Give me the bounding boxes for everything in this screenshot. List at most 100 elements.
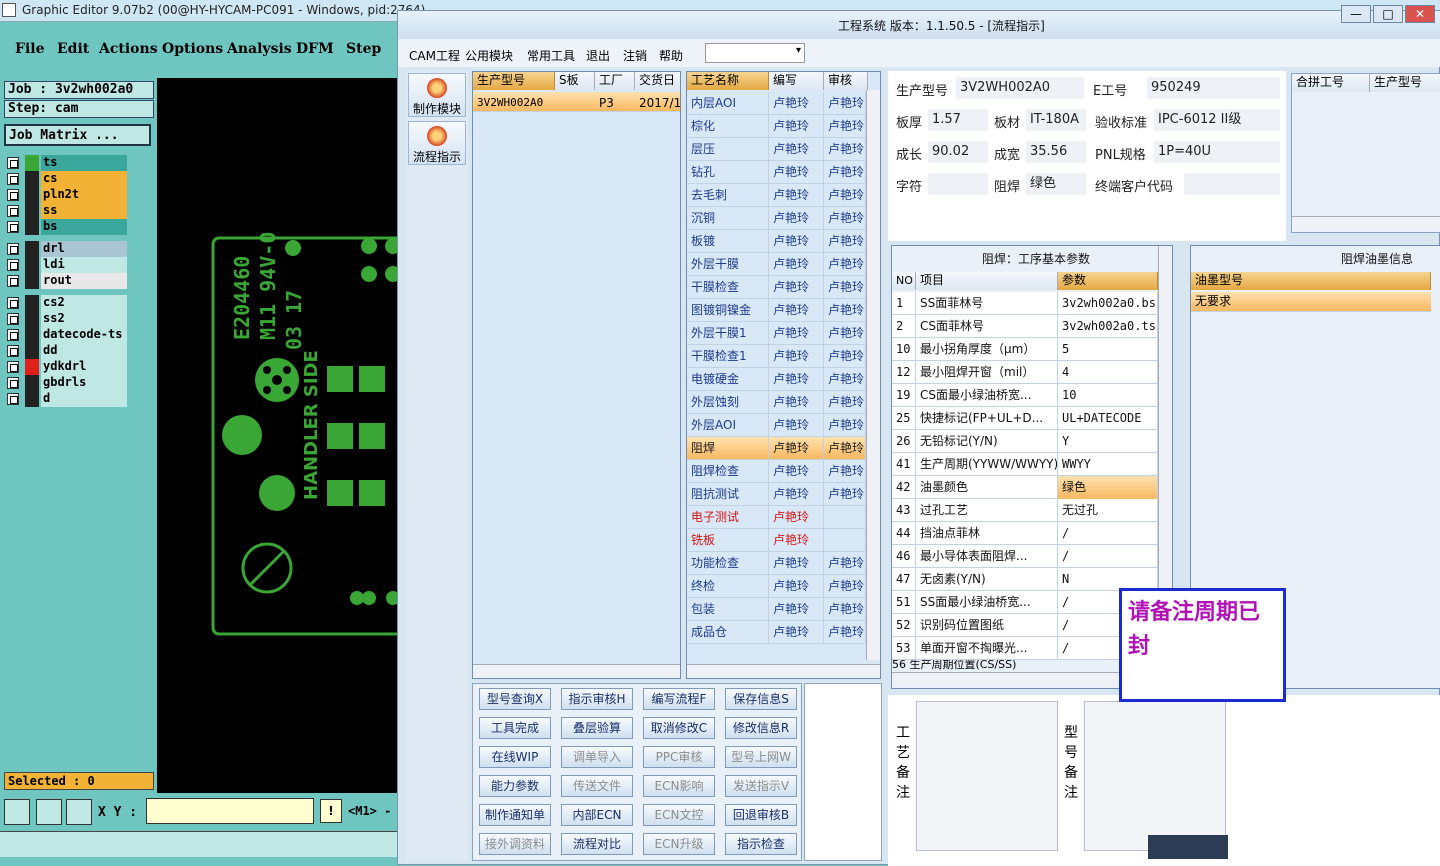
action-button[interactable]: 取消修改C bbox=[643, 717, 715, 739]
action-button[interactable]: 型号上网W bbox=[725, 746, 797, 768]
action-button[interactable]: 在线WIP bbox=[479, 746, 551, 768]
action-button[interactable]: 调单导入 bbox=[561, 746, 633, 768]
menu-actions[interactable]: Actions bbox=[99, 41, 158, 57]
layer-checkbox[interactable] bbox=[7, 345, 19, 357]
layer-row-bs[interactable]: bs bbox=[5, 219, 128, 235]
col-reviewer[interactable]: 审核 bbox=[824, 72, 868, 90]
process-row[interactable]: 板镀 卢艳玲 卢艳玲 bbox=[687, 230, 866, 253]
col-writer[interactable]: 编写 bbox=[769, 72, 824, 90]
layer-name[interactable]: pln2t bbox=[41, 187, 127, 203]
action-button[interactable]: 指示审核H bbox=[561, 688, 633, 710]
menu-dfm[interactable]: DFM bbox=[296, 41, 334, 57]
action-button[interactable]: 传送文件 bbox=[561, 775, 633, 797]
menu-options[interactable]: Options bbox=[162, 41, 223, 57]
action-button[interactable]: 修改信息R bbox=[725, 717, 797, 739]
layer-checkbox[interactable] bbox=[7, 205, 19, 217]
menu-tools[interactable]: 常用工具 bbox=[527, 47, 575, 64]
col-delivery[interactable]: 交货日 bbox=[635, 72, 680, 90]
length-field[interactable]: 90.02 bbox=[928, 141, 988, 163]
customer-code-field[interactable] bbox=[1184, 173, 1280, 195]
snap-tool-icon[interactable] bbox=[4, 799, 30, 825]
layer-row-cs2[interactable]: cs2 bbox=[5, 295, 128, 311]
process-row[interactable]: 外层蚀刻 卢艳玲 卢艳玲 bbox=[687, 391, 866, 414]
layer-checkbox[interactable] bbox=[7, 221, 19, 233]
layer-color-swatch[interactable] bbox=[25, 343, 39, 359]
grid-tool-icon[interactable] bbox=[66, 799, 92, 825]
layer-name[interactable]: drl bbox=[41, 241, 127, 257]
graphic-canvas[interactable]: E204460 M11 94V-0 03 17 HANDLER SIDE bbox=[157, 78, 397, 793]
layer-name[interactable]: gbdrls bbox=[41, 375, 127, 391]
material-field[interactable]: IT-180A bbox=[1026, 109, 1086, 131]
model-field[interactable]: 3V2WH002A0 bbox=[956, 77, 1084, 99]
maximize-button[interactable]: □ bbox=[1373, 5, 1403, 23]
process-vscroll[interactable] bbox=[866, 90, 880, 660]
action-button[interactable]: 指示检查 bbox=[725, 833, 797, 855]
param-row[interactable]: 2 CS面菲林号 3v2wh002a0.ts bbox=[892, 315, 1158, 338]
model-remark-field[interactable] bbox=[1084, 701, 1226, 851]
menu-analysis[interactable]: Analysis bbox=[227, 41, 292, 57]
layer-row-ydkdrl[interactable]: ydkdrl bbox=[5, 359, 128, 375]
layer-row-dd[interactable]: dd bbox=[5, 343, 128, 359]
menu-help[interactable]: 帮助 bbox=[659, 47, 683, 64]
layer-color-swatch[interactable] bbox=[25, 359, 39, 375]
param-row[interactable]: 46 最小导体表面阻焊... / bbox=[892, 545, 1158, 568]
layer-checkbox[interactable] bbox=[7, 173, 19, 185]
layer-color-swatch[interactable] bbox=[25, 375, 39, 391]
col-value[interactable]: 参数 bbox=[1058, 272, 1158, 290]
menu-file[interactable]: File bbox=[15, 41, 44, 57]
process-remark-field[interactable] bbox=[916, 701, 1058, 851]
layer-checkbox[interactable] bbox=[7, 157, 19, 169]
process-row[interactable]: 干膜检查 卢艳玲 卢艳玲 bbox=[687, 276, 866, 299]
action-button[interactable]: 保存信息S bbox=[725, 688, 797, 710]
param-row[interactable]: 10 最小拐角厚度（μm） 5 bbox=[892, 338, 1158, 361]
action-button[interactable]: 回退审核B bbox=[725, 804, 797, 826]
action-button[interactable]: 编写流程F bbox=[643, 688, 715, 710]
process-row[interactable]: 去毛刺 卢艳玲 卢艳玲 bbox=[687, 184, 866, 207]
process-row[interactable]: 电镀硬金 卢艳玲 卢艳玲 bbox=[687, 368, 866, 391]
process-row[interactable]: 铣板 卢艳玲 bbox=[687, 529, 866, 552]
thickness-field[interactable]: 1.57 bbox=[928, 109, 988, 131]
action-button[interactable]: 流程对比 bbox=[561, 833, 633, 855]
layer-color-swatch[interactable] bbox=[25, 257, 39, 273]
layer-color-swatch[interactable] bbox=[25, 295, 39, 311]
action-button[interactable]: 型号查询X bbox=[479, 688, 551, 710]
layer-color-swatch[interactable] bbox=[25, 391, 39, 407]
layer-color-swatch[interactable] bbox=[25, 171, 39, 187]
layer-checkbox[interactable] bbox=[7, 259, 19, 271]
action-button[interactable]: 接外调资料 bbox=[479, 833, 551, 855]
layer-row-d[interactable]: d bbox=[5, 391, 128, 407]
process-row[interactable]: 阻抗测试 卢艳玲 卢艳玲 bbox=[687, 483, 866, 506]
layer-name[interactable]: dd bbox=[41, 343, 127, 359]
layer-color-swatch[interactable] bbox=[25, 155, 39, 171]
param-row[interactable]: 42 油墨颜色 绿色 bbox=[892, 476, 1158, 499]
layer-checkbox[interactable] bbox=[7, 361, 19, 373]
xy-input[interactable] bbox=[146, 798, 314, 824]
param-row[interactable]: 43 过孔工艺 无过孔 bbox=[892, 499, 1158, 522]
order-row[interactable]: 3V2WH002A0 P3 2017/1 bbox=[473, 92, 680, 112]
menu-common-module[interactable]: 公用模块 bbox=[465, 47, 513, 64]
process-row[interactable]: 包装 卢艳玲 卢艳玲 bbox=[687, 598, 866, 621]
menu-cam[interactable]: CAM工程 bbox=[409, 47, 460, 64]
layer-row-drl[interactable]: drl bbox=[5, 241, 128, 257]
layer-name[interactable]: ss bbox=[41, 203, 127, 219]
make-module-button[interactable]: 制作模块 bbox=[408, 73, 466, 117]
col-ink-model[interactable]: 油墨型号 bbox=[1191, 272, 1431, 290]
layer-row-ldi[interactable]: ldi bbox=[5, 257, 128, 273]
layer-row-ts[interactable]: ts bbox=[5, 155, 128, 171]
process-row[interactable]: 层压 卢艳玲 卢艳玲 bbox=[687, 138, 866, 161]
action-button[interactable]: ECN升级 bbox=[643, 833, 715, 855]
standard-field[interactable]: IPC-6012 II级 bbox=[1154, 109, 1280, 131]
layer-name[interactable]: datecode-ts bbox=[41, 327, 127, 343]
process-row[interactable]: 钻孔 卢艳玲 卢艳玲 bbox=[687, 161, 866, 184]
layer-checkbox[interactable] bbox=[7, 329, 19, 341]
layer-color-swatch[interactable] bbox=[25, 241, 39, 257]
layer-color-swatch[interactable] bbox=[25, 327, 39, 343]
minimize-button[interactable]: — bbox=[1341, 5, 1371, 23]
param-row[interactable]: 26 无铅标记(Y/N) Y bbox=[892, 430, 1158, 453]
menu-edit[interactable]: Edit bbox=[57, 41, 89, 57]
layer-row-ss[interactable]: ss bbox=[5, 203, 128, 219]
layer-name[interactable]: cs2 bbox=[41, 295, 127, 311]
width-field[interactable]: 35.56 bbox=[1026, 141, 1086, 163]
param-row[interactable]: 12 最小阻焊开窗（mil） 4 bbox=[892, 361, 1158, 384]
process-row[interactable]: 电子测试 卢艳玲 bbox=[687, 506, 866, 529]
